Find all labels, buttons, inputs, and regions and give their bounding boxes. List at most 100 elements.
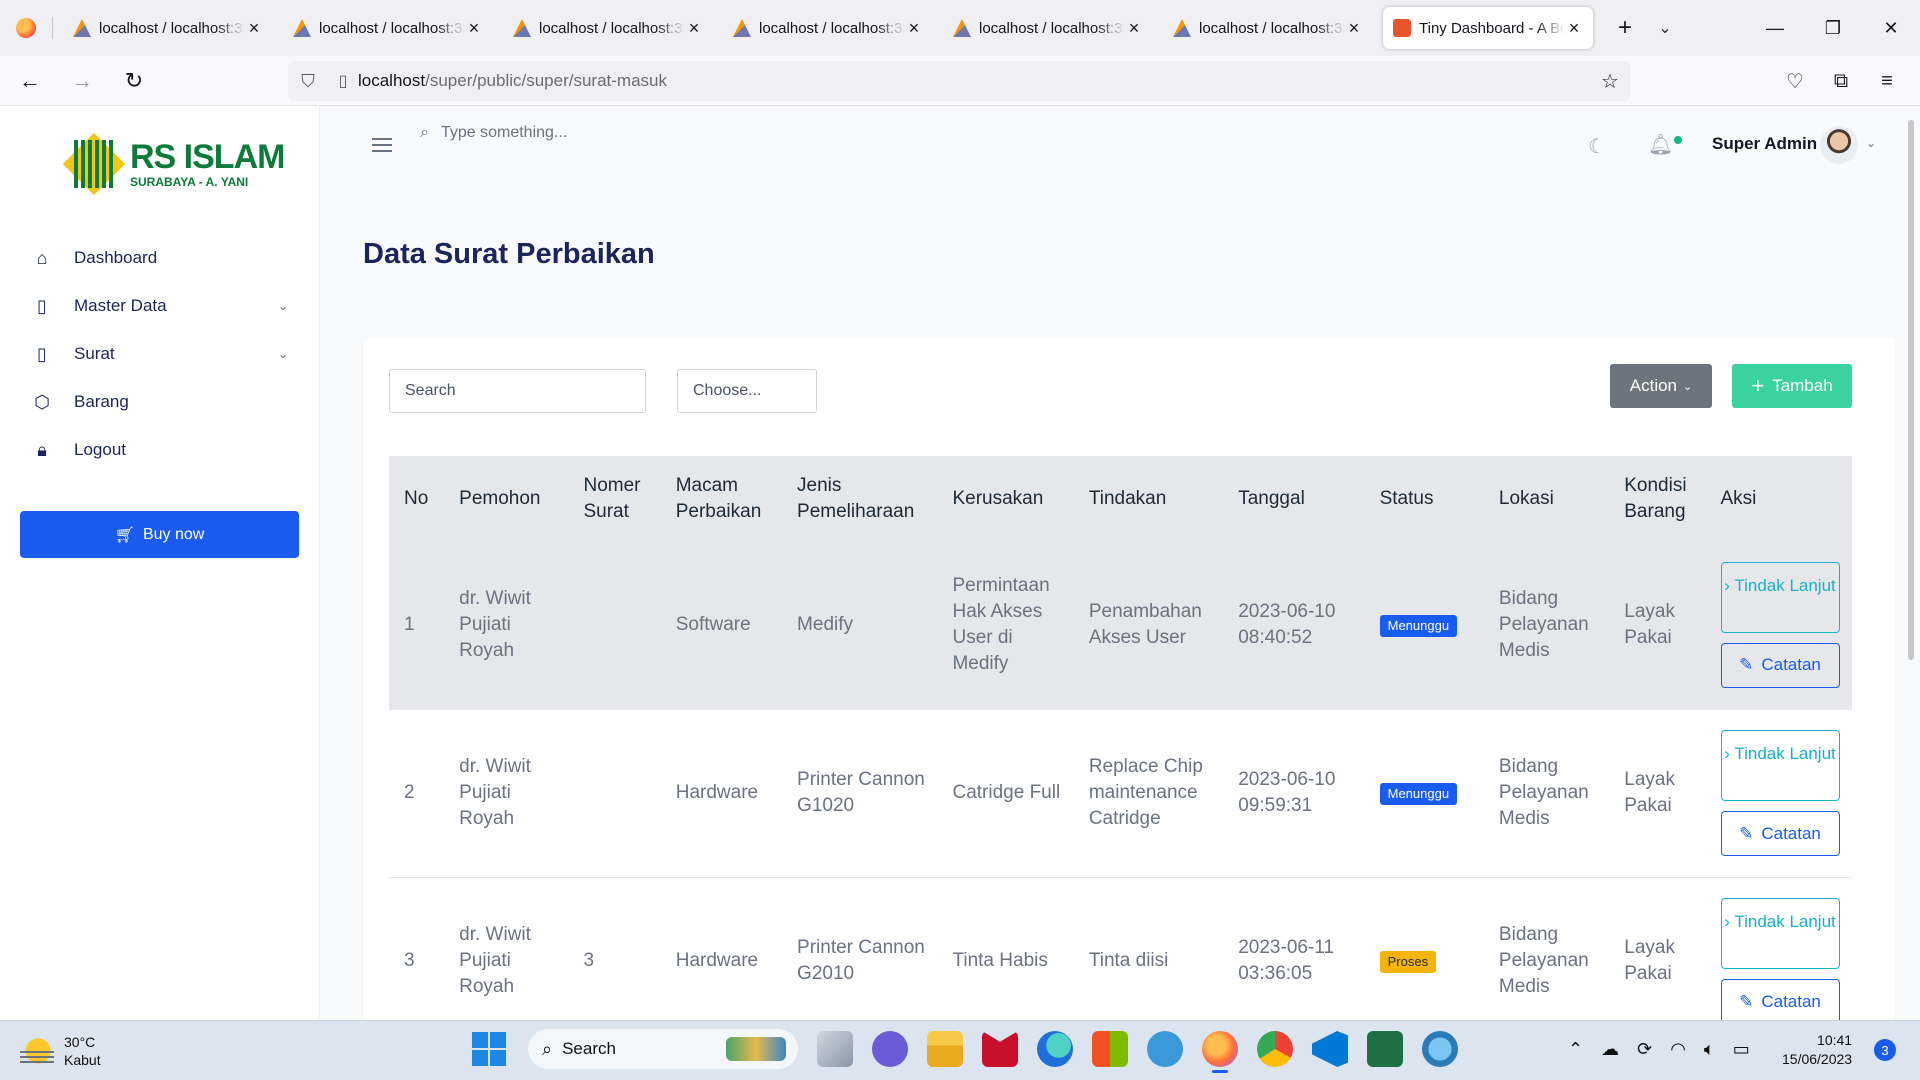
cell-pemohon: dr. Wiwit Pujiati Royah — [444, 877, 569, 1038]
menu-toggle-icon[interactable] — [372, 138, 392, 152]
window-close-icon[interactable]: ✕ — [1862, 0, 1920, 56]
weather-widget[interactable]: 30°C Kabut — [20, 1033, 101, 1069]
forward-arrow-icon[interactable]: → — [60, 61, 104, 101]
restore-icon[interactable]: ❐ — [1804, 0, 1862, 56]
close-tab-icon[interactable]: × — [1125, 18, 1143, 39]
sync-icon[interactable]: ⟳ — [1637, 1039, 1652, 1060]
bookmark-star-icon[interactable]: ☆ — [1590, 69, 1630, 94]
close-tab-icon[interactable]: × — [905, 18, 923, 39]
column-header[interactable]: Jenis Pemeliharaan — [782, 456, 937, 541]
dark-mode-moon-icon[interactable]: ☾ — [1588, 134, 1606, 159]
top-search-input[interactable]: ⌕ Type something... — [420, 124, 567, 142]
table-row[interactable]: 1 dr. Wiwit Pujiati Royah Software Medif… — [389, 541, 1852, 710]
column-header[interactable]: Lokasi — [1484, 456, 1609, 541]
tindak-lanjut-button[interactable]: › Tindak Lanjut — [1720, 730, 1840, 801]
browser-tab[interactable]: localhost / localhost:3306 × — [503, 7, 713, 49]
column-header[interactable]: Tanggal — [1223, 456, 1364, 541]
catatan-button[interactable]: ✎ Catatan — [1720, 642, 1840, 688]
page-icon[interactable]: ▯ — [328, 71, 358, 91]
catatan-button[interactable]: ✎ Catatan — [1720, 979, 1840, 1024]
hospital-logo[interactable]: RS ISLAM SURABAYA - A. YANI — [62, 132, 285, 196]
catatan-button[interactable]: ✎ Catatan — [1720, 811, 1840, 856]
file-explorer-icon[interactable] — [927, 1031, 963, 1067]
browser-tab[interactable]: localhost / localhost:3306 × — [943, 7, 1153, 49]
sidebar-item-logout[interactable]: 🔒︎ Logout — [0, 426, 320, 474]
minimize-icon[interactable]: — — [1746, 0, 1804, 56]
column-header[interactable]: Pemohon — [444, 456, 568, 541]
sidebar-item-master-data[interactable]: ▯ Master Data ⌄ — [0, 282, 320, 330]
task-view-icon[interactable] — [817, 1031, 853, 1067]
browser-tab[interactable]: localhost / localhost:3306 × — [283, 7, 493, 49]
edge-icon[interactable] — [1037, 1031, 1073, 1067]
chrome-icon[interactable] — [1257, 1031, 1293, 1067]
taskbar-search[interactable]: ⌕ Search — [528, 1029, 798, 1069]
reload-icon[interactable]: ↻ — [112, 61, 156, 101]
search-input[interactable]: Search — [389, 369, 646, 413]
shield-icon[interactable]: ⛉ — [288, 71, 328, 92]
column-header[interactable]: Macam Perbaikan — [661, 456, 782, 541]
page-scrollbar[interactable] — [1908, 120, 1914, 660]
top-search-placeholder: Type something... — [440, 124, 568, 141]
close-tab-icon[interactable]: × — [685, 18, 703, 39]
tindak-lanjut-button[interactable]: › Tindak Lanjut — [1720, 898, 1840, 969]
avatar[interactable] — [1820, 126, 1858, 164]
vscode-icon[interactable] — [1312, 1031, 1348, 1067]
column-header[interactable]: Tindakan — [1074, 456, 1223, 541]
mcafee-icon[interactable] — [982, 1031, 1018, 1067]
table-row[interactable]: 3 dr. Wiwit Pujiati Royah 3 Hardware Pri… — [389, 877, 1852, 1038]
browser-tab[interactable]: localhost / localhost:3306 × — [723, 7, 933, 49]
tab-title: localhost / localhost:3306 — [319, 19, 465, 37]
close-tab-icon[interactable]: × — [465, 18, 483, 39]
sidebar-menu: ⌂ Dashboard ▯ Master Data ⌄ ▯ Surat ⌄ ⬡ … — [0, 234, 320, 474]
back-arrow-icon[interactable]: ← — [8, 61, 52, 101]
wifi-icon[interactable]: ◠ — [1670, 1039, 1686, 1060]
network-app-icon[interactable] — [1422, 1031, 1458, 1067]
volume-icon[interactable]: 🔈︎ — [1704, 1039, 1715, 1060]
column-header[interactable]: Status — [1365, 456, 1484, 541]
extensions-icon[interactable]: ⧉ — [1818, 61, 1864, 101]
sidebar-item-barang[interactable]: ⬡ Barang — [0, 378, 320, 426]
pocket-icon[interactable]: ♡ — [1772, 61, 1818, 101]
table-row[interactable]: 2 dr. Wiwit Pujiati Royah Hardware Print… — [389, 709, 1852, 878]
action-dropdown-button[interactable]: Action ⌄ — [1610, 364, 1712, 408]
weather-condition: Kabut — [64, 1052, 101, 1068]
notification-count-badge[interactable]: 3 — [1874, 1039, 1896, 1061]
column-header[interactable]: Nomer Surat — [568, 456, 660, 541]
new-tab-button[interactable]: + — [1605, 14, 1645, 42]
browser-tab[interactable]: localhost / localhost:3306 × — [63, 7, 273, 49]
microsoft-store-icon[interactable] — [1092, 1031, 1128, 1067]
cell-tindakan: Tinta diisi — [1073, 877, 1224, 1038]
firefox-taskbar-icon[interactable] — [1202, 1031, 1238, 1073]
list-tabs-chevron-icon[interactable]: ⌄ — [1645, 18, 1685, 38]
browser-navbar: ← → ↻ ⛉ ▯ localhost/super/public/super/s… — [0, 56, 1920, 106]
add-button[interactable]: + Tambah — [1732, 364, 1852, 408]
sidebar-item-dashboard[interactable]: ⌂ Dashboard — [0, 234, 320, 282]
close-tab-icon[interactable]: × — [1565, 18, 1583, 39]
buy-now-button[interactable]: 🛒︎ Buy now — [20, 511, 299, 558]
taskbar-clock[interactable]: 10:41 15/06/2023 — [1782, 1031, 1852, 1069]
firefox-icon — [16, 18, 36, 38]
help-icon[interactable] — [1147, 1031, 1183, 1067]
chevron-down-icon[interactable]: ⌄ — [1866, 136, 1876, 150]
filter-select[interactable]: Choose... — [677, 369, 817, 413]
excel-icon[interactable] — [1367, 1031, 1403, 1067]
column-header[interactable]: Kondisi Barang — [1609, 456, 1705, 541]
notification-bell-icon[interactable]: 🔔︎ — [1648, 132, 1673, 157]
windows-start-icon[interactable] — [472, 1032, 506, 1066]
onedrive-icon[interactable]: ☁ — [1601, 1039, 1619, 1060]
chevron-up-icon[interactable]: ⌃ — [1568, 1039, 1583, 1060]
close-tab-icon[interactable]: × — [245, 18, 263, 39]
user-name[interactable]: Super Admin — [1712, 134, 1817, 154]
url-bar[interactable]: ⛉ ▯ localhost/super/public/super/surat-m… — [288, 61, 1630, 101]
column-header[interactable]: Kerusakan — [937, 456, 1073, 541]
column-header[interactable]: No — [389, 456, 444, 541]
close-tab-icon[interactable]: × — [1345, 18, 1363, 39]
browser-tab-active[interactable]: Tiny Dashboard - A Bootstrap × — [1383, 7, 1593, 49]
browser-tab[interactable]: localhost / localhost:3306 × — [1163, 7, 1373, 49]
hamburger-menu-icon[interactable]: ≡ — [1864, 61, 1910, 101]
battery-icon[interactable]: ▭ — [1733, 1039, 1750, 1060]
firefox-menu-button[interactable] — [0, 0, 52, 56]
teams-chat-icon[interactable] — [872, 1031, 908, 1067]
tindak-lanjut-button[interactable]: › Tindak Lanjut — [1720, 561, 1840, 633]
sidebar-item-surat[interactable]: ▯ Surat ⌄ — [0, 330, 320, 378]
